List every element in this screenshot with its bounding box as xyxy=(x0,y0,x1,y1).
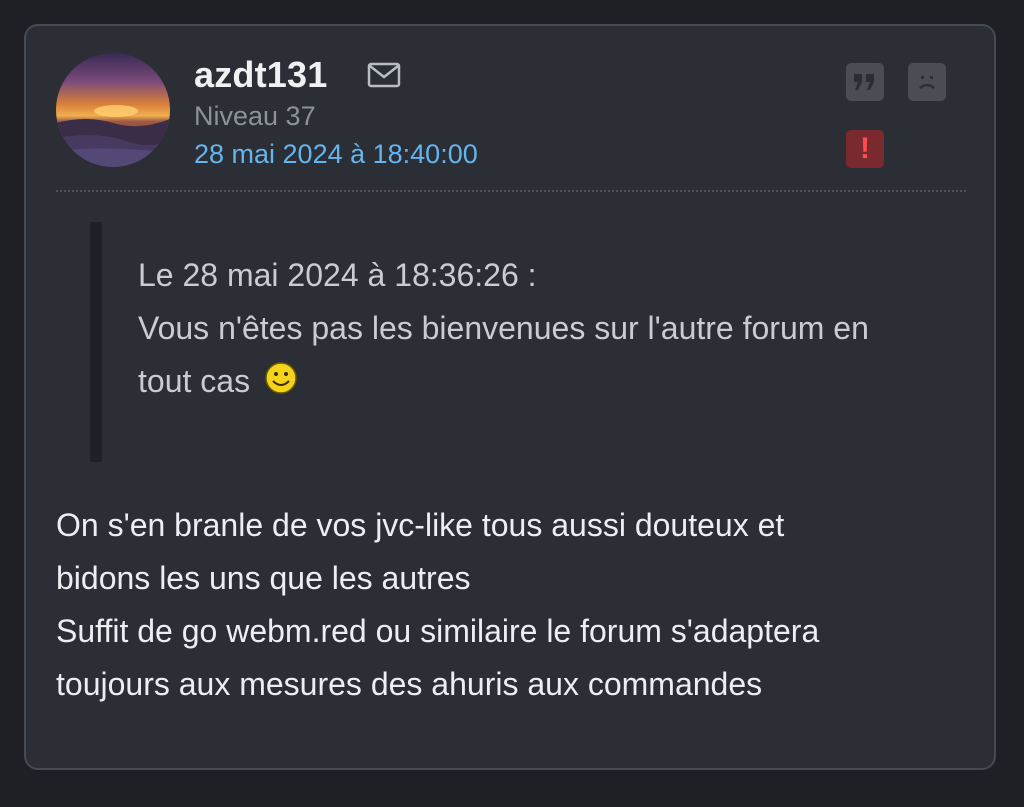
username[interactable]: azdt131 xyxy=(194,53,327,97)
sad-face-icon xyxy=(919,76,935,89)
sunset-avatar-image xyxy=(56,53,170,167)
user-level: Niveau 37 xyxy=(194,101,316,131)
sad-face-button[interactable] xyxy=(908,63,946,101)
quote-line: tout cas xyxy=(138,363,251,399)
body-line: toujours aux mesures des ahuris aux comm… xyxy=(56,666,763,702)
report-button[interactable]: ! xyxy=(846,130,884,168)
mail-icon[interactable] xyxy=(367,62,401,88)
quote-header: Le 28 mai 2024 à 18:36:26 : xyxy=(138,257,537,293)
header-divider xyxy=(56,190,966,192)
quote-text: Le 28 mai 2024 à 18:36:26 : Vous n'êtes … xyxy=(138,249,958,408)
quote-line: Vous n'êtes pas les bienvenues sur l'aut… xyxy=(138,310,869,346)
body-line: On s'en branle de vos jvc-like tous auss… xyxy=(56,507,785,543)
quote-button[interactable] xyxy=(846,63,884,101)
post-date-link[interactable]: 28 mai 2024 à 18:40:00 xyxy=(194,137,478,171)
smiley-icon xyxy=(263,359,299,395)
body-line: bidons les uns que les autres xyxy=(56,560,471,596)
post-body: On s'en branle de vos jvc-like tous auss… xyxy=(56,499,976,711)
quote-line-last: tout cas xyxy=(138,355,958,408)
body-line: Suffit de go webm.red ou similaire le fo… xyxy=(56,613,820,649)
report-icon: ! xyxy=(860,132,870,165)
user-avatar[interactable] xyxy=(56,53,170,167)
quoted-message: Le 28 mai 2024 à 18:36:26 : Vous n'êtes … xyxy=(90,222,962,462)
forum-post-card: azdt131 Niveau 37 28 mai 2024 à 18:40:00… xyxy=(24,24,996,770)
quote-icon xyxy=(854,74,874,90)
